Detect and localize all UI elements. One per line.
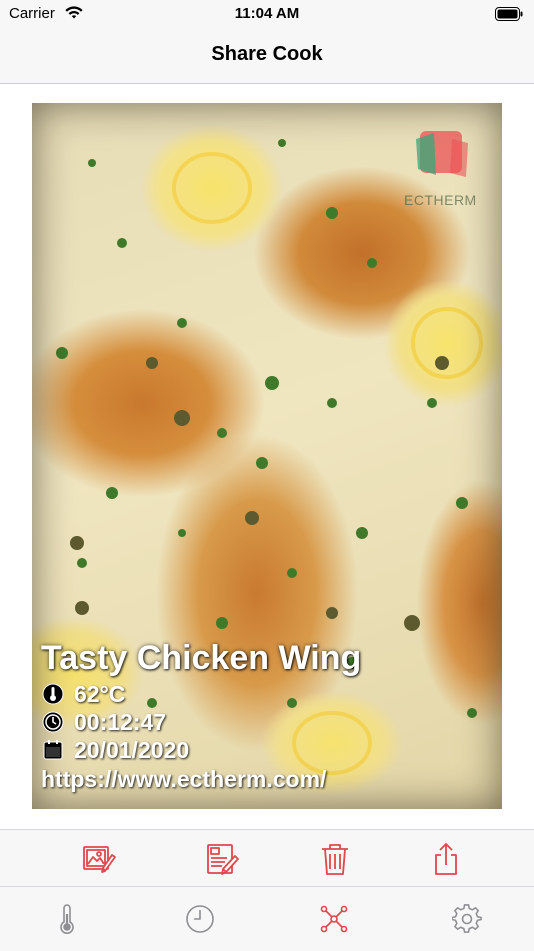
action-toolbar (0, 829, 534, 887)
status-bar: Carrier 11:04 AM (0, 0, 534, 30)
trash-icon (322, 844, 348, 875)
clock-icon (186, 905, 214, 933)
watermark-text: ECTHERM (404, 192, 477, 208)
thermometer-badge-icon (42, 683, 64, 705)
calendar-badge-icon (43, 740, 63, 760)
page-title: Share Cook (211, 43, 323, 65)
duration-row: 00:12:47 (42, 709, 166, 735)
share-icon (435, 843, 457, 875)
recipe-title: Tasty Chicken Wing (41, 639, 362, 677)
tab-share-cook[interactable] (318, 903, 350, 935)
duration-value: 00:12:47 (74, 708, 167, 735)
edit-note-button[interactable] (203, 840, 241, 878)
date-value: 20/01/2020 (74, 736, 190, 763)
network-icon (320, 905, 348, 933)
edit-note-icon (207, 844, 239, 875)
navigation-bar: Share Cook (0, 30, 534, 84)
gear-icon (452, 904, 482, 933)
website-url: https://www.ectherm.com/ (41, 766, 327, 792)
tab-thermometer[interactable] (51, 903, 83, 935)
ectherm-logo-icon (416, 131, 468, 177)
temperature-value: 62°C (74, 680, 126, 707)
date-row: 20/01/2020 (42, 737, 189, 763)
edit-photo-icon (83, 846, 116, 873)
tab-settings[interactable] (451, 903, 483, 935)
recipe-photo: ECTHERM Tasty Chicken Wing 62°C 00:12:47… (32, 103, 502, 809)
delete-button[interactable] (316, 840, 354, 878)
thermometer-icon (60, 904, 74, 934)
edit-photo-button[interactable] (80, 840, 118, 878)
temperature-row: 62°C (42, 681, 125, 707)
timer-badge-icon (42, 711, 64, 733)
status-time: 11:04 AM (234, 5, 300, 22)
share-button[interactable] (427, 840, 465, 878)
tab-bar (0, 886, 534, 951)
tab-timer[interactable] (184, 903, 216, 935)
battery-icon (495, 7, 523, 21)
